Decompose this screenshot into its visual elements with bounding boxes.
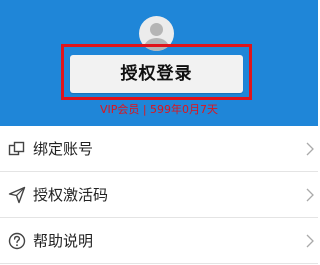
menu-item-bind-account[interactable]: 绑定账号 bbox=[0, 126, 318, 172]
menu-item-label: 绑定账号 bbox=[33, 140, 94, 158]
authorize-login-button[interactable]: 授权登录 bbox=[70, 55, 243, 93]
settings-menu: 绑定账号 授权激活码 帮助说明 bbox=[0, 126, 318, 264]
vip-status-text: VIP会员 | 599年0月7天 bbox=[99, 103, 219, 116]
send-icon bbox=[8, 186, 26, 204]
help-icon bbox=[8, 232, 26, 250]
menu-item-activation-code[interactable]: 授权激活码 bbox=[0, 172, 318, 218]
chevron-right-icon bbox=[306, 234, 314, 248]
chevron-right-icon bbox=[306, 188, 314, 202]
profile-header: 授权登录 VIP会员 | 599年0月7天 bbox=[0, 0, 318, 126]
login-highlight-box: 授权登录 bbox=[61, 44, 252, 100]
avatar-head bbox=[150, 23, 163, 36]
link-account-icon bbox=[8, 141, 25, 156]
menu-item-help[interactable]: 帮助说明 bbox=[0, 218, 318, 264]
menu-item-label: 授权激活码 bbox=[33, 186, 109, 204]
chevron-right-icon bbox=[306, 142, 314, 156]
menu-item-label: 帮助说明 bbox=[33, 232, 94, 250]
